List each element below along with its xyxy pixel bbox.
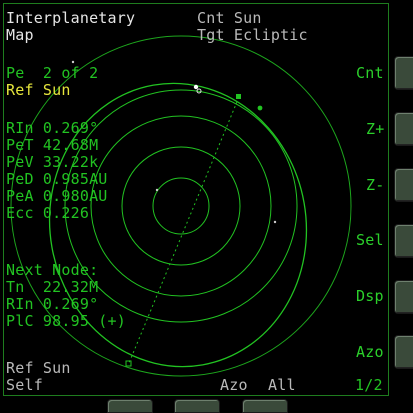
apoapsis-marker — [125, 360, 132, 367]
dsp-label: Dsp — [356, 287, 384, 305]
mfd-screen: Interplanetary Map Cnt Sun Tgt Ecliptic … — [0, 0, 413, 413]
cnt-label: Cnt — [356, 64, 384, 82]
mfd-title: Interplanetary — [6, 9, 136, 27]
planet-dot-3 — [273, 220, 277, 224]
orbit-ring-3 — [90, 115, 272, 297]
azo-label: Azo — [356, 343, 384, 361]
pe-altitude: PeA 0.980AU — [6, 187, 108, 205]
periapsis-marker — [236, 94, 241, 99]
sel-label: Sel — [356, 231, 384, 249]
pe-distance: PeD 0.985AU — [6, 170, 108, 188]
bottom-button-3[interactable] — [242, 399, 288, 413]
dsp-button[interactable] — [394, 280, 413, 314]
bottom-button-2[interactable] — [174, 399, 220, 413]
node-plc: PlC 98.95 (+) — [6, 312, 126, 330]
target-label: Tgt Ecliptic — [197, 26, 308, 44]
cnt-button[interactable] — [394, 56, 413, 90]
orbit-ring-1 — [152, 177, 210, 235]
footer-ref: Ref Sun — [6, 359, 71, 377]
sun-position — [193, 84, 199, 90]
page-indicator: 1/2 — [355, 376, 383, 394]
orbit-ring-2 — [121, 146, 241, 266]
vessel-orbit — [48, 82, 308, 368]
zoom-in-label: Z+ — [366, 120, 385, 138]
orbit-ring-4 — [64, 89, 298, 323]
pe-rin: RIn 0.269° — [6, 119, 99, 137]
next-node-title: Next Node: — [6, 261, 99, 279]
pe-index: Pe 2 of 2 — [6, 64, 99, 82]
ref-body: Ref Sun — [6, 81, 71, 99]
footer-self: Self — [6, 376, 43, 394]
pe-time: PeT 42.68M — [6, 136, 99, 154]
bottom-button-1[interactable] — [107, 399, 153, 413]
azo-button[interactable] — [394, 335, 413, 369]
center-label: Cnt Sun — [197, 9, 262, 27]
node-time: Tn 22.32M — [6, 278, 99, 296]
mfd-subtitle: Map — [6, 26, 34, 44]
node-rin: RIn 0.269° — [6, 295, 99, 313]
zoom-out-label: Z- — [366, 176, 385, 194]
sel-button[interactable] — [394, 224, 413, 258]
planet-dot-2 — [155, 188, 159, 192]
node-line — [128, 96, 240, 364]
eccentricity: Ecc 0.226 — [6, 204, 90, 222]
pe-velocity: PeV 33.22k — [6, 153, 99, 171]
vessel-marker — [257, 105, 263, 111]
footer-all: All — [268, 376, 296, 394]
zoom-out-button[interactable] — [394, 168, 413, 202]
planet-dot-1 — [71, 60, 75, 64]
zoom-in-button[interactable] — [394, 112, 413, 146]
footer-azo: Azo — [220, 376, 248, 394]
